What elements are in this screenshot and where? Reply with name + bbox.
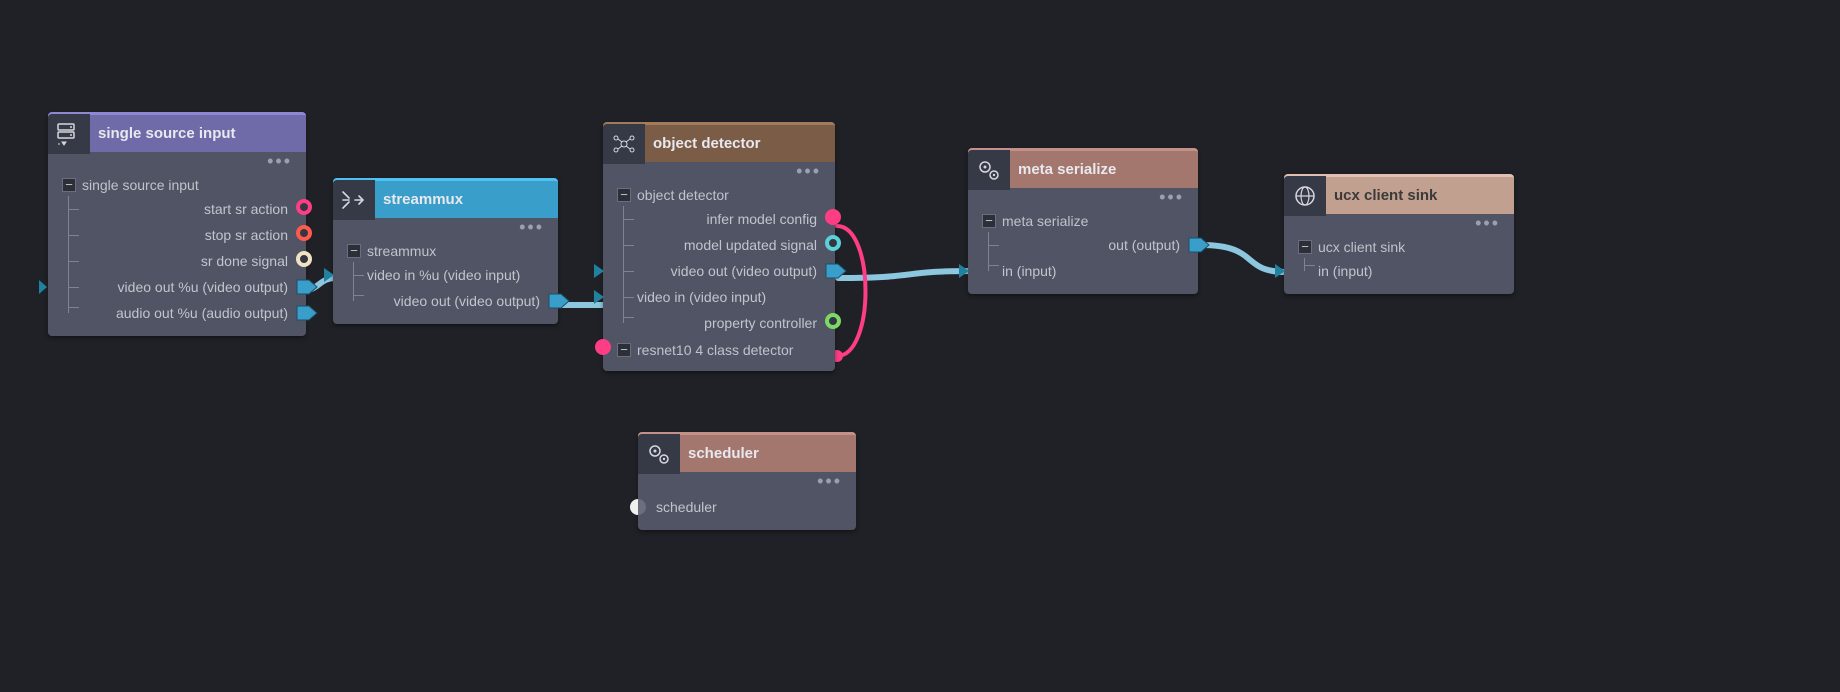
node-menu-icon[interactable]: ••• (968, 188, 1198, 206)
node-header[interactable]: scheduler (638, 432, 856, 472)
port-stop-sr-action[interactable]: stop sr action (48, 222, 306, 248)
node-title: ucx client sink (1334, 187, 1504, 204)
node-header[interactable]: single source input (48, 112, 306, 152)
connection-wires (0, 0, 1840, 692)
ring-red-icon[interactable] (296, 225, 316, 245)
node-object-detector[interactable]: object detector ••• − object detector in… (603, 122, 835, 371)
mux-icon (333, 180, 375, 220)
node-ucx-client-sink[interactable]: ucx client sink ••• − ucx client sink in… (1284, 174, 1514, 294)
node-header[interactable]: ucx client sink (1284, 174, 1514, 214)
node-header[interactable]: object detector (603, 122, 835, 162)
port-start-sr-action[interactable]: start sr action (48, 196, 306, 222)
section-toggle[interactable]: − object detector (603, 184, 835, 206)
section-scheduler[interactable]: scheduler (638, 494, 856, 520)
half-dot-icon[interactable] (630, 499, 646, 515)
arrow-in-icon[interactable] (593, 287, 613, 307)
port-in[interactable]: in (input) (1284, 258, 1514, 284)
arrow-out-icon[interactable] (296, 303, 316, 323)
node-title: single source input (98, 125, 296, 142)
node-title: streammux (383, 191, 548, 208)
port-infer-model-config[interactable]: infer model config (603, 206, 835, 232)
node-menu-icon[interactable]: ••• (638, 472, 856, 490)
dot-pink-icon[interactable] (825, 209, 845, 229)
gears-icon (968, 150, 1010, 190)
section-toggle[interactable]: − ucx client sink (1284, 236, 1514, 258)
node-title: object detector (653, 135, 825, 152)
node-single-source-input[interactable]: single source input ••• − single source … (48, 112, 306, 336)
node-header[interactable]: streammux (333, 178, 558, 218)
gears-icon (638, 434, 680, 474)
dot-pink-icon[interactable] (595, 339, 615, 359)
port-video-in[interactable]: video in %u (video input) (333, 262, 558, 288)
arrow-out-icon[interactable] (548, 291, 568, 311)
arrow-in-icon[interactable] (1274, 261, 1294, 281)
section-label: ucx client sink (1318, 239, 1405, 255)
port-video-out[interactable]: video out (video output) (603, 258, 835, 284)
port-in[interactable]: in (input) (968, 258, 1198, 284)
node-menu-icon[interactable]: ••• (603, 162, 835, 180)
port-property-controller[interactable]: property controller (603, 310, 835, 336)
globe-icon (1284, 176, 1326, 216)
source-icon (48, 114, 90, 154)
port-sr-done-signal[interactable]: sr done signal (48, 248, 306, 274)
section-toggle[interactable]: − single source input (48, 174, 306, 196)
section2-label: resnet10 4 class detector (637, 342, 793, 358)
node-menu-icon[interactable]: ••• (1284, 214, 1514, 232)
node-menu-icon[interactable]: ••• (48, 152, 306, 170)
ring-pink-icon[interactable] (296, 199, 316, 219)
arrow-out-icon[interactable] (825, 261, 845, 281)
network-icon (603, 124, 645, 164)
arrow-in-icon[interactable] (958, 261, 978, 281)
ring-teal-icon[interactable] (825, 235, 845, 255)
node-title: scheduler (688, 445, 846, 462)
port-model-updated-signal[interactable]: model updated signal (603, 232, 835, 258)
section-label: single source input (82, 177, 199, 193)
section-toggle[interactable]: − streammux (333, 240, 558, 262)
node-header[interactable]: meta serialize (968, 148, 1198, 188)
node-streammux[interactable]: streammux ••• − streammux video in %u (v… (333, 178, 558, 324)
section2-toggle[interactable]: − resnet10 4 class detector (603, 336, 835, 361)
node-scheduler[interactable]: scheduler ••• scheduler (638, 432, 856, 530)
node-menu-icon[interactable]: ••• (333, 218, 558, 236)
arrow-in-icon[interactable] (38, 277, 58, 297)
port-video-out[interactable]: video out (video output) (333, 288, 558, 314)
arrow-in-icon[interactable] (323, 265, 343, 285)
port-audio-out[interactable]: audio out %u (audio output) (48, 300, 306, 326)
section-label: meta serialize (1002, 213, 1088, 229)
section-toggle[interactable]: − meta serialize (968, 210, 1198, 232)
ring-green-icon[interactable] (825, 313, 845, 333)
node-title: meta serialize (1018, 161, 1188, 178)
arrow-out-icon[interactable] (296, 277, 316, 297)
ring-cream-icon[interactable] (296, 251, 316, 271)
node-meta-serialize[interactable]: meta serialize ••• − meta serialize out … (968, 148, 1198, 294)
section-label: streammux (367, 243, 436, 259)
arrow-in-icon[interactable] (593, 261, 613, 281)
arrow-out-icon[interactable] (1188, 235, 1208, 255)
port-video-out[interactable]: video out %u (video output) (48, 274, 306, 300)
port-out[interactable]: out (output) (968, 232, 1198, 258)
port-video-in[interactable]: video in (video input) (603, 284, 835, 310)
section-label: object detector (637, 187, 729, 203)
